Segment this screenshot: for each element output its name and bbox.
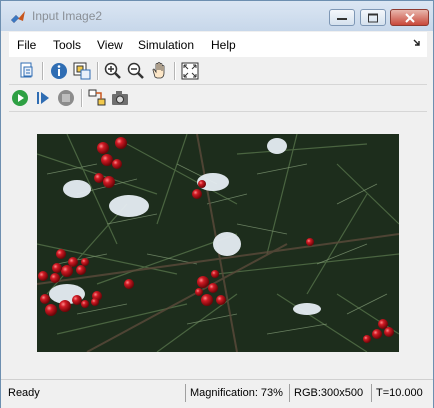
toolbar-separator: [97, 62, 99, 80]
app-window: Input Image2 File Tools View Simulation …: [0, 0, 434, 408]
status-magnification: Magnification: 73%: [185, 384, 289, 402]
run-icon[interactable]: [10, 88, 30, 108]
maximize-icon: [368, 13, 378, 22]
menu-file[interactable]: File: [17, 38, 36, 52]
status-ready: Ready: [8, 387, 40, 399]
status-time: T=10.000: [371, 384, 430, 402]
toolbar-separator: [174, 62, 176, 80]
info-icon[interactable]: [49, 61, 69, 81]
toolbar-separator: [81, 89, 83, 107]
berries-image: [37, 134, 399, 352]
menu-view[interactable]: View: [97, 38, 123, 52]
menu-bar: File Tools View Simulation Help: [9, 32, 427, 57]
toolbar-main: [9, 58, 427, 85]
highlight-block-icon[interactable]: [87, 88, 107, 108]
zoom-out-icon[interactable]: [126, 61, 146, 81]
stop-icon[interactable]: [56, 88, 76, 108]
minimize-button[interactable]: [329, 9, 355, 26]
menu-tools[interactable]: Tools: [53, 38, 81, 52]
print-icon[interactable]: [17, 61, 37, 81]
window-title: Input Image2: [32, 9, 103, 23]
toolbar-separator: [42, 62, 44, 80]
menu-simulation[interactable]: Simulation: [138, 38, 194, 52]
dock-arrow-icon[interactable]: [413, 39, 421, 47]
maximize-button[interactable]: [360, 9, 386, 26]
pixel-region-icon[interactable]: [72, 61, 92, 81]
menu-help[interactable]: Help: [211, 38, 236, 52]
matlab-logo-icon: [11, 11, 25, 23]
image-canvas[interactable]: [9, 112, 427, 377]
pan-hand-icon[interactable]: [149, 61, 169, 81]
step-forward-icon[interactable]: [33, 88, 53, 108]
status-bar: Ready Magnification: 73% RGB:300x500 T=1…: [1, 379, 433, 408]
snapshot-icon[interactable]: [110, 88, 130, 108]
minimize-icon: [337, 17, 347, 20]
close-icon: [404, 12, 415, 23]
fit-to-window-icon[interactable]: [180, 61, 200, 81]
close-button[interactable]: [390, 9, 429, 26]
zoom-in-icon[interactable]: [103, 61, 123, 81]
title-bar[interactable]: Input Image2: [1, 1, 433, 31]
displayed-image[interactable]: [37, 134, 399, 352]
toolbar-simulation: [9, 85, 427, 112]
status-image-format: RGB:300x500: [289, 384, 372, 402]
